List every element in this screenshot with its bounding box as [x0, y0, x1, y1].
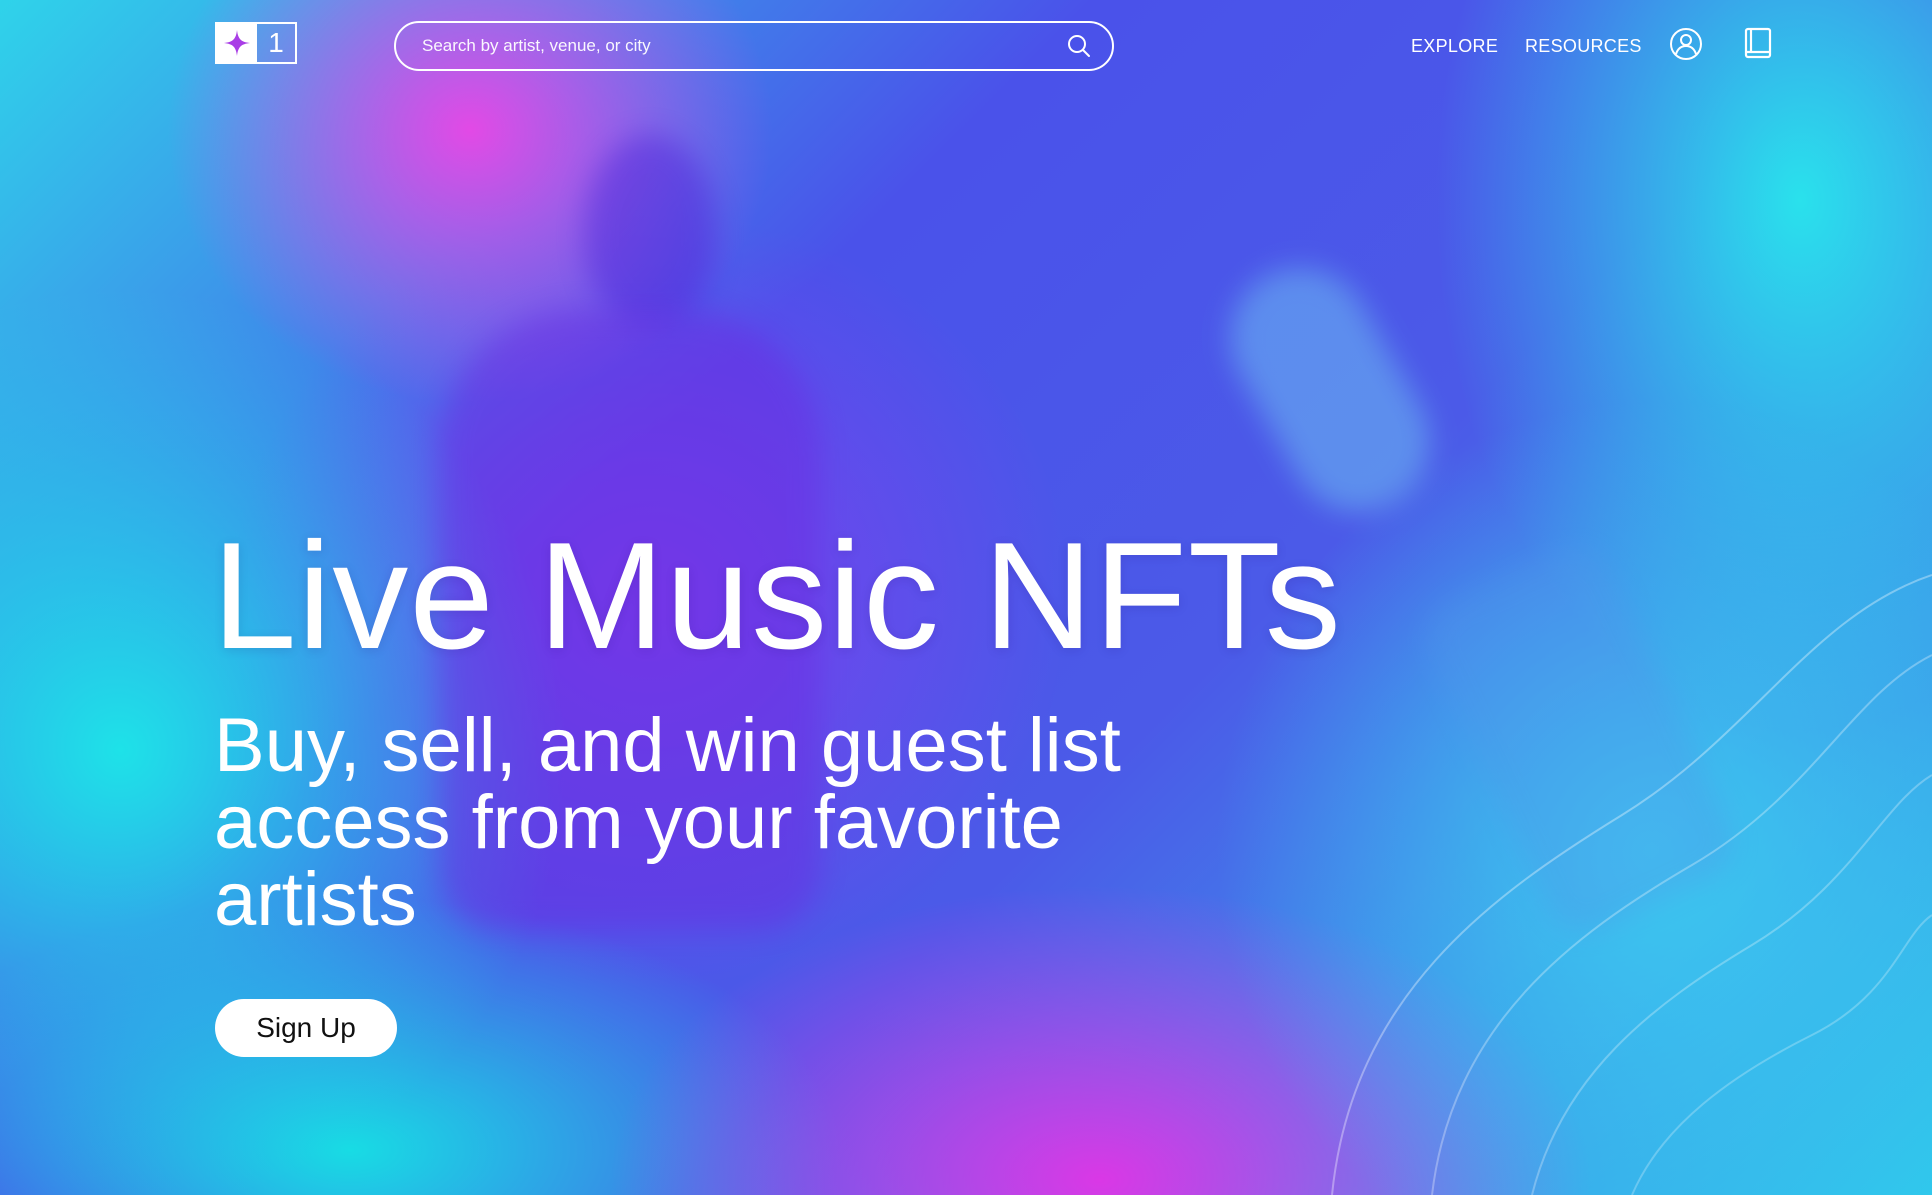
- hero-subtitle: Buy, sell, and win guest list access fro…: [214, 703, 1121, 942]
- top-navigation: 1 EXPLORE RESOURCES: [0, 0, 1932, 90]
- user-icon[interactable]: [1668, 26, 1704, 62]
- decorative-wave-lines: [1331, 574, 1932, 1195]
- logo-number: 1: [268, 27, 284, 58]
- search-icon[interactable]: [1066, 33, 1092, 59]
- nav-resources-link[interactable]: RESOURCES: [1525, 36, 1642, 57]
- search-input[interactable]: [420, 35, 1066, 57]
- site-logo[interactable]: 1: [215, 22, 297, 64]
- book-icon[interactable]: [1740, 26, 1776, 62]
- performer-head-silhouette: [585, 135, 715, 325]
- sign-up-button[interactable]: Sign Up: [215, 999, 397, 1057]
- star-icon: [217, 24, 257, 62]
- hero-title: Live Music NFTs: [212, 511, 1342, 681]
- nav-explore-link[interactable]: EXPLORE: [1411, 36, 1498, 57]
- search-bar: [394, 21, 1114, 71]
